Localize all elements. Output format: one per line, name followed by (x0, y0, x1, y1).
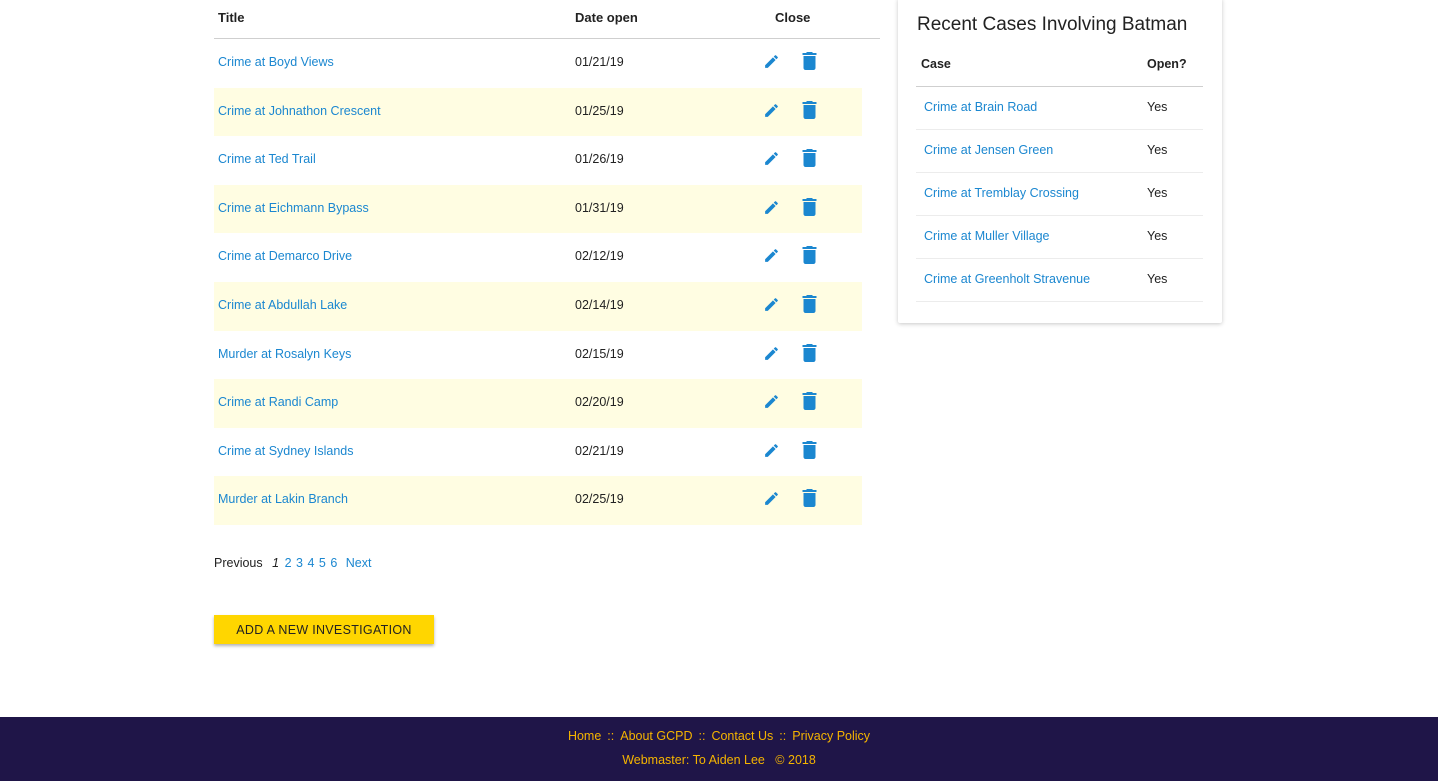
pencil-icon[interactable] (763, 53, 780, 70)
table-row: Crime at Johnathon Crescent 01/25/19 (214, 87, 862, 137)
pencil-icon[interactable] (763, 247, 780, 264)
trash-icon[interactable] (802, 197, 817, 216)
trash-icon[interactable] (802, 52, 817, 70)
case-date-open: 01/26/19 (575, 152, 624, 167)
table-row: Murder at Rosalyn Keys 02/15/19 (214, 331, 862, 380)
case-date-open: 02/25/19 (575, 492, 624, 507)
trash-icon[interactable] (802, 440, 817, 459)
table-row: Crime at Ted Trail 01/26/19 (214, 136, 862, 185)
pagination: Previous 1 2 3 4 5 6 Next (214, 556, 372, 570)
footer: Home:: About GCPD:: Contact Us:: Privacy Po… (0, 717, 1438, 781)
trash-icon[interactable] (802, 489, 817, 508)
case-date-open: 02/12/19 (575, 249, 624, 264)
pagination-previous[interactable]: Previous (214, 556, 263, 570)
list-item: Crime at Greenholt Stravenue Yes (916, 259, 1203, 302)
trash-icon[interactable] (802, 149, 817, 168)
list-item: Crime at Muller Village Yes (916, 216, 1203, 259)
case-date-open: 02/15/19 (575, 346, 624, 361)
pagination-next[interactable]: Next (346, 556, 372, 570)
column-header-title: Title (218, 10, 245, 25)
table-row: Crime at Eichmann Bypass 01/31/19 (214, 184, 862, 234)
pagination-page-4[interactable]: 4 (307, 556, 314, 570)
recent-case-open-status: Yes (1147, 100, 1168, 114)
recent-case-open-status: Yes (1147, 143, 1168, 157)
table-row: Murder at Lakin Branch 02/25/19 (214, 476, 862, 525)
recent-case-open-status: Yes (1147, 229, 1168, 243)
column-header-close: Close (775, 10, 811, 25)
case-title-link[interactable]: Crime at Boyd Views (218, 55, 334, 69)
footer-link-privacy[interactable]: Privacy Policy (792, 729, 870, 743)
case-date-open: 01/25/19 (575, 103, 624, 118)
case-title-link[interactable]: Crime at Randi Camp (218, 395, 338, 409)
recent-case-link[interactable]: Crime at Tremblay Crossing (924, 186, 1079, 200)
pencil-icon[interactable] (763, 296, 780, 313)
case-title-link[interactable]: Crime at Demarco Drive (218, 249, 352, 263)
case-date-open: 01/21/19 (575, 55, 624, 69)
footer-separator: :: (698, 729, 706, 743)
case-title-link[interactable]: Crime at Johnathon Crescent (218, 104, 381, 118)
recent-case-open-status: Yes (1147, 272, 1168, 286)
table-row: Crime at Demarco Drive 02/12/19 (214, 233, 862, 282)
list-item: Crime at Brain Road Yes (916, 87, 1203, 130)
footer-link-contact[interactable]: Contact Us (711, 729, 773, 743)
pagination-page-6[interactable]: 6 (330, 556, 337, 570)
footer-separator: :: (607, 729, 615, 743)
column-header-date-open: Date open (575, 10, 638, 25)
trash-icon[interactable] (802, 100, 817, 119)
case-title-link[interactable]: Crime at Abdullah Lake (218, 298, 347, 312)
case-date-open: 02/21/19 (575, 443, 624, 458)
pencil-icon[interactable] (763, 150, 780, 167)
recent-cases-title: Recent Cases Involving Batman (917, 14, 1188, 35)
cases-table: Title Date open Close Crime at Boyd View… (214, 0, 880, 525)
pencil-icon[interactable] (763, 199, 780, 216)
list-item: Crime at Jensen Green Yes (916, 130, 1203, 173)
add-new-investigation-button[interactable]: ADD A NEW INVESTIGATION (214, 615, 434, 644)
pagination-current-page: 1 (272, 556, 280, 570)
case-date-open: 01/31/19 (575, 200, 624, 215)
pagination-page-5[interactable]: 5 (319, 556, 326, 570)
case-date-open: 02/20/19 (575, 395, 624, 410)
table-row: Crime at Sydney Islands 02/21/19 (214, 428, 862, 477)
pencil-icon[interactable] (763, 102, 780, 119)
case-title-link[interactable]: Murder at Rosalyn Keys (218, 347, 351, 361)
recent-cases-body: Crime at Brain Road Yes Crime at Jensen Gr… (916, 87, 1203, 302)
recent-cases-header: Case Open? (916, 48, 1203, 87)
trash-icon[interactable] (802, 343, 817, 362)
recent-case-link[interactable]: Crime at Brain Road (924, 100, 1037, 114)
recent-case-link[interactable]: Crime at Jensen Green (924, 143, 1053, 157)
pencil-icon[interactable] (763, 442, 780, 459)
recent-case-link[interactable]: Crime at Greenholt Stravenue (924, 272, 1090, 286)
case-title-link[interactable]: Murder at Lakin Branch (218, 492, 348, 506)
case-title-link[interactable]: Crime at Ted Trail (218, 152, 316, 166)
table-row: Crime at Randi Camp 02/20/19 (214, 379, 862, 428)
trash-icon[interactable] (802, 294, 817, 313)
cases-table-header: Title Date open Close (214, 0, 880, 39)
recent-case-link[interactable]: Crime at Muller Village (924, 229, 1050, 243)
recent-case-open-status: Yes (1147, 186, 1168, 200)
footer-links: Home:: About GCPD:: Contact Us:: Privacy Po… (0, 729, 1438, 743)
pencil-icon[interactable] (763, 393, 780, 410)
case-title-link[interactable]: Crime at Sydney Islands (218, 444, 353, 458)
column-header-case: Case (921, 57, 951, 71)
footer-separator: :: (779, 729, 787, 743)
footer-link-about[interactable]: About GCPD (620, 729, 692, 743)
table-row: Crime at Boyd Views 01/21/19 (214, 39, 862, 88)
footer-credit: Webmaster: To Aiden Lee © 2018 (622, 753, 816, 767)
trash-icon[interactable] (802, 392, 817, 411)
table-row: Crime at Abdullah Lake 02/14/19 (214, 281, 862, 331)
pencil-icon[interactable] (763, 490, 780, 507)
pencil-icon[interactable] (763, 345, 780, 362)
list-item: Crime at Tremblay Crossing Yes (916, 173, 1203, 216)
footer-link-home[interactable]: Home (568, 729, 601, 743)
recent-cases-card: Recent Cases Involving Batman Case Open?… (898, 0, 1222, 323)
cases-table-body: Crime at Boyd Views 01/21/19 Crime at John… (214, 39, 880, 525)
case-title-link[interactable]: Crime at Eichmann Bypass (218, 201, 369, 215)
pagination-page-3[interactable]: 3 (296, 556, 303, 570)
column-header-open: Open? (1147, 57, 1187, 71)
case-date-open: 02/14/19 (575, 297, 624, 312)
pagination-page-2[interactable]: 2 (285, 556, 292, 570)
trash-icon[interactable] (802, 246, 817, 265)
